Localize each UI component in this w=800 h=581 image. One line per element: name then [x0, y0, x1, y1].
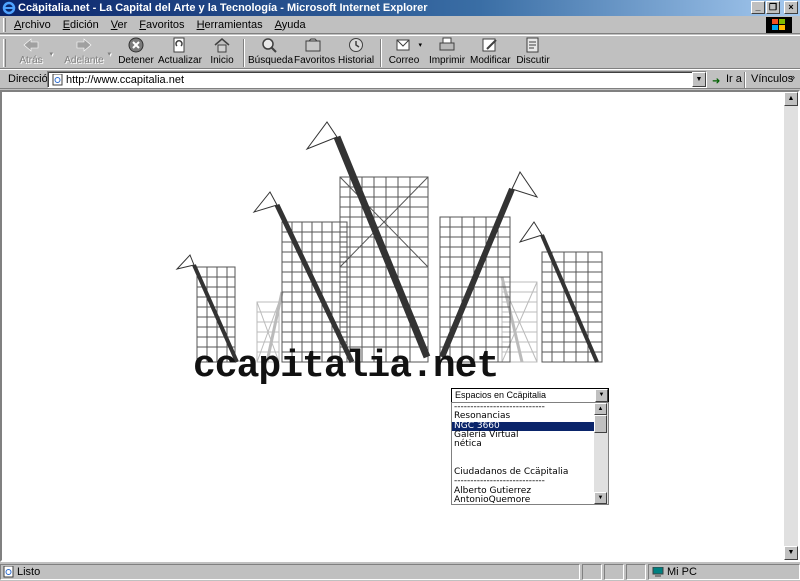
back-button[interactable]: Atrás ▾: [16, 37, 53, 69]
window-title: Ccäpitalia.net - La Capital del Arte y l…: [18, 2, 428, 14]
computer-icon: [652, 567, 664, 577]
menu-ayuda[interactable]: Ayuda: [275, 18, 312, 32]
menu-favoritos[interactable]: Favoritos: [139, 18, 190, 32]
security-zone-panel: Mi PC: [648, 564, 800, 580]
espacios-select-value: Espacios en Ccäpitalia: [455, 390, 547, 400]
stop-icon: [128, 37, 144, 53]
mail-button[interactable]: Correo ▾: [388, 37, 422, 69]
listbox-scroll-down-button[interactable]: ▼: [594, 492, 607, 504]
listbox-option[interactable]: nética: [452, 439, 595, 449]
menu-grip[interactable]: [3, 18, 6, 32]
search-button[interactable]: Búsqueda: [248, 37, 293, 69]
history-button[interactable]: Historial: [338, 37, 374, 69]
refresh-icon: [173, 37, 185, 53]
close-button[interactable]: ×: [784, 1, 798, 14]
status-panel: [582, 564, 602, 580]
title-bar: Ccäpitalia.net - La Capital del Arte y l…: [0, 0, 800, 16]
address-dropdown-button[interactable]: ▼: [692, 72, 706, 87]
listbox-scrollbar[interactable]: ▲ ▼: [594, 403, 608, 504]
mail-icon: [396, 39, 410, 51]
scroll-down-button[interactable]: ▼: [784, 546, 798, 560]
edit-icon: [482, 38, 497, 52]
forward-arrow-icon: [76, 38, 92, 52]
scroll-up-button[interactable]: ▲: [784, 92, 798, 106]
windows-logo-icon: [766, 17, 792, 33]
status-bar: Listo Mi PC: [0, 563, 800, 581]
listbox-scroll-thumb[interactable]: [594, 415, 607, 433]
listbox-scroll-up-button[interactable]: ▲: [594, 403, 607, 415]
home-icon: [214, 38, 230, 53]
page-scrollbar[interactable]: ▲ ▼: [784, 92, 798, 560]
restore-button[interactable]: ❐: [766, 1, 780, 14]
listbox-option[interactable]: [452, 449, 595, 458]
status-panel: [626, 564, 646, 580]
page-icon: [52, 74, 63, 86]
menu-ver[interactable]: Ver: [111, 18, 134, 32]
refresh-button[interactable]: Actualizar: [158, 37, 202, 69]
stop-button[interactable]: Detener: [118, 37, 154, 69]
mail-dropdown-icon[interactable]: ▾: [418, 41, 422, 51]
go-arrow-icon: ➜: [712, 76, 721, 87]
home-button[interactable]: Inicio: [208, 37, 236, 69]
minimize-button[interactable]: _: [751, 1, 765, 14]
go-button[interactable]: ➜ Ir a: [712, 72, 742, 87]
history-icon: [349, 38, 363, 52]
status-text: Listo: [17, 566, 41, 578]
address-field[interactable]: ▼: [47, 71, 707, 88]
favorites-button[interactable]: Favoritos: [294, 37, 335, 69]
toolbar-separator: [243, 39, 245, 67]
page-viewport: ccapitalia.net Espacios en Ccäpitalia ▼ …: [0, 90, 800, 562]
address-input[interactable]: [66, 73, 666, 86]
print-button[interactable]: Imprimir: [428, 37, 466, 69]
favorites-icon: [305, 38, 321, 52]
security-zone-label: Mi PC: [667, 566, 697, 578]
back-dropdown-icon[interactable]: ▾: [49, 50, 53, 60]
edit-button[interactable]: Modificar: [470, 37, 511, 69]
links-chevron-icon[interactable]: »: [790, 72, 795, 82]
address-bar: Dirección ▼ ➜ Ir a Vínculos »: [0, 69, 800, 89]
discuss-icon: [526, 37, 539, 53]
back-arrow-icon: [23, 38, 39, 52]
toolbar-separator: [380, 39, 382, 67]
forward-button[interactable]: Adelante ▾: [64, 37, 111, 69]
address-separator: [744, 72, 746, 88]
menu-edicion[interactable]: Edición: [63, 18, 105, 32]
espacios-listbox[interactable]: ---------------------------- Resonancias N…: [451, 402, 609, 505]
menu-archivo[interactable]: Archivo: [14, 18, 57, 32]
discuss-button[interactable]: Discutir: [516, 37, 550, 69]
toolbar-grip[interactable]: [3, 39, 6, 67]
forward-dropdown-icon[interactable]: ▾: [107, 50, 111, 60]
ie-logo-icon: [2, 1, 16, 15]
links-button[interactable]: Vínculos: [751, 73, 793, 85]
status-panel: [604, 564, 624, 580]
status-text-panel: Listo: [0, 564, 580, 580]
listbox-option[interactable]: AntonioQuemore: [452, 495, 595, 504]
print-icon: [439, 37, 455, 51]
menu-herramientas[interactable]: Herramientas: [197, 18, 269, 32]
menu-bar: Archivo Edición Ver Favoritos Herramient…: [0, 16, 800, 34]
select-dropdown-button[interactable]: ▼: [595, 389, 608, 402]
espacios-select[interactable]: Espacios en Ccäpitalia ▼: [451, 388, 609, 403]
standard-toolbar: Atrás ▾ Adelante ▾ Detener Actualizar In…: [0, 35, 800, 69]
search-icon: [262, 38, 277, 53]
site-logo-text: ccapitalia.net: [193, 345, 499, 388]
page-status-icon: [3, 566, 14, 578]
